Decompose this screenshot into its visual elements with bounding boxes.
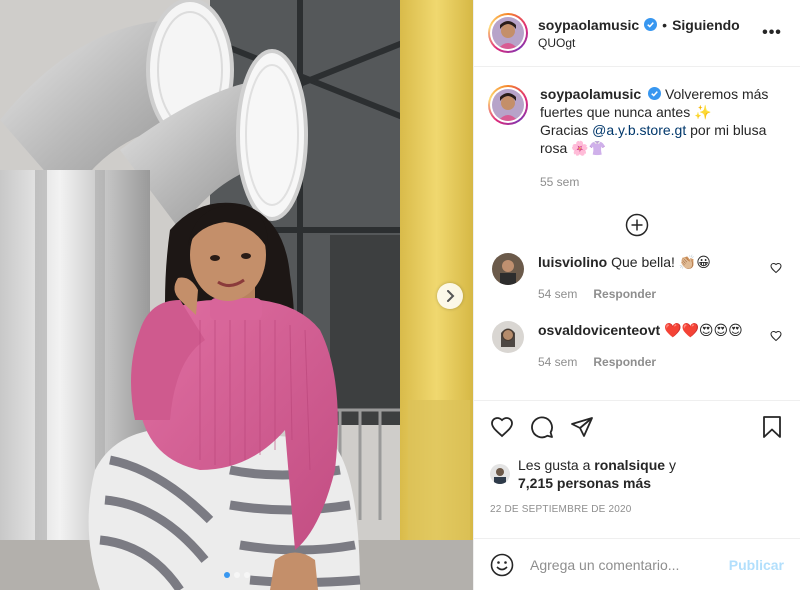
carousel-dot [233,572,240,578]
post-header: soypaolamusic • Siguiendo QUOgt ••• [474,0,800,67]
caption-username[interactable]: soypaolamusic [540,86,641,102]
more-options-icon[interactable]: ••• [760,21,784,45]
comment-item: osvaldovicenteovt ❤️❤️😍😍😍 54 sem Respond… [488,321,786,371]
comment-text: ❤️❤️😍😍😍 [664,322,743,338]
avatar[interactable] [492,253,524,285]
post-date[interactable]: 22 DE SEPTIEMBRE DE 2020 [474,496,800,526]
comment-username[interactable]: luisviolino [538,254,607,270]
post-modal: soypaolamusic • Siguiendo QUOgt ••• soyp… [0,0,800,590]
bookmark-save-icon[interactable] [760,415,784,439]
next-photo-button[interactable] [437,283,463,309]
comments-list: soypaolamusic Volveremos más fuertes que… [474,67,800,400]
avatar[interactable] [492,321,524,353]
post-username[interactable]: soypaolamusic [538,17,639,33]
avatar[interactable] [490,464,510,484]
avatar[interactable] [488,85,528,125]
share-send-icon[interactable] [570,415,594,439]
likes-count-link[interactable]: 7,215 personas más [518,475,651,491]
like-comment-heart-icon[interactable] [770,330,782,342]
comment-username[interactable]: osvaldovicenteovt [538,322,660,338]
caption-text: Gracias [540,122,593,138]
comment-input[interactable] [530,556,729,573]
separator-dot: • [662,16,668,33]
likes-summary: Les gusta a ronalsique y 7,215 personas … [474,452,800,496]
like-heart-icon[interactable] [490,415,514,439]
avatar[interactable] [488,13,528,53]
caption: soypaolamusic Volveremos más fuertes que… [488,85,786,191]
load-more-comments[interactable] [488,213,786,237]
post-location[interactable]: QUOgt [538,36,760,50]
likes-user-link[interactable]: ronalsique [594,457,665,473]
caption-mention-link[interactable]: @a.y.b.store.gt [592,122,686,138]
comment-item: luisviolino Que bella! 👏🏼😀 54 sem Respon… [488,253,786,303]
like-comment-heart-icon[interactable] [770,262,782,274]
verified-badge-icon [648,87,662,100]
comment-time: 54 sem [538,355,578,369]
post-actions-bar [474,400,800,452]
comment-time: 54 sem [538,287,578,301]
publish-button[interactable]: Publicar [729,557,784,573]
comment-bubble-icon[interactable] [530,415,554,439]
add-comment-bar: Publicar [474,538,800,590]
plus-circle-icon [625,213,649,237]
verified-badge-icon [644,18,658,31]
carousel-dot [223,572,230,578]
following-button[interactable]: Siguiendo [672,17,740,33]
likes-prefix: Les gusta a [518,457,595,473]
chevron-right-icon [447,290,455,302]
likes-middle: y [665,457,676,473]
carousel-dot [243,572,250,578]
emoji-icon[interactable] [490,553,514,577]
reply-button[interactable]: Responder [593,285,656,303]
post-side-panel: soypaolamusic • Siguiendo QUOgt ••• soyp… [473,0,800,590]
comment-text: Que bella! 👏🏼😀 [611,254,711,270]
post-photo[interactable] [0,0,473,590]
reply-button[interactable]: Responder [593,353,656,371]
photo-scene [0,0,473,590]
caption-time: 55 sem [540,175,580,189]
carousel-dots [0,572,473,578]
